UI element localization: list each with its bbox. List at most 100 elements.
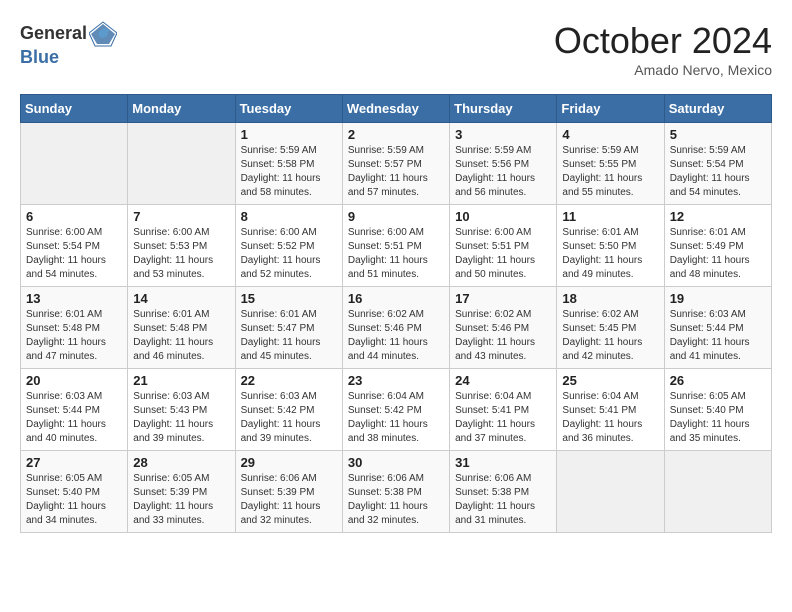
day-info: Sunrise: 6:01 AM Sunset: 5:50 PM Dayligh… [562,226,658,282]
calendar-cell: 19 Sunrise: 6:03 AM Sunset: 5:44 PM Dayli… [664,287,771,369]
calendar-cell: 22 Sunrise: 6:03 AM Sunset: 5:42 PM Dayli… [235,369,342,451]
day-info: Sunrise: 6:03 AM Sunset: 5:44 PM Dayligh… [670,308,766,364]
calendar-cell: 8 Sunrise: 6:00 AM Sunset: 5:52 PM Daylig… [235,205,342,287]
calendar-cell: 7 Sunrise: 6:00 AM Sunset: 5:53 PM Daylig… [128,205,235,287]
calendar-cell: 31 Sunrise: 6:06 AM Sunset: 5:38 PM Dayli… [450,451,557,533]
day-info: Sunrise: 5:59 AM Sunset: 5:54 PM Dayligh… [670,144,766,200]
calendar-cell: 14 Sunrise: 6:01 AM Sunset: 5:48 PM Dayli… [128,287,235,369]
logo-icon [89,20,117,48]
day-info: Sunrise: 6:04 AM Sunset: 5:41 PM Dayligh… [562,390,658,446]
day-info: Sunrise: 6:02 AM Sunset: 5:46 PM Dayligh… [455,308,551,364]
calendar-cell: 6Sunrise: 6:00 AM Sunset: 5:54 PM Daylig… [21,205,128,287]
header-tuesday: Tuesday [235,95,342,123]
calendar-cell: 17Sunrise: 6:02 AM Sunset: 5:46 PM Dayli… [450,287,557,369]
calendar-cell: 3 Sunrise: 5:59 AM Sunset: 5:56 PM Daylig… [450,123,557,205]
day-info: Sunrise: 6:02 AM Sunset: 5:46 PM Dayligh… [348,308,444,364]
header-thursday: Thursday [450,95,557,123]
day-number: 5 [670,127,766,142]
day-info: Sunrise: 5:59 AM Sunset: 5:55 PM Dayligh… [562,144,658,200]
day-number: 2 [348,127,444,142]
day-info: Sunrise: 6:03 AM Sunset: 5:44 PM Dayligh… [26,390,122,446]
week-row-0: 1 Sunrise: 5:59 AM Sunset: 5:58 PM Daylig… [21,123,772,205]
day-number: 28 [133,455,229,470]
day-number: 23 [348,373,444,388]
calendar-cell: 25 Sunrise: 6:04 AM Sunset: 5:41 PM Dayli… [557,369,664,451]
calendar-header: SundayMondayTuesdayWednesdayThursdayFrid… [21,95,772,123]
day-number: 31 [455,455,551,470]
week-row-2: 13 Sunrise: 6:01 AM Sunset: 5:48 PM Dayli… [21,287,772,369]
location: Amado Nervo, Mexico [554,62,772,78]
day-number: 10 [455,209,551,224]
day-number: 3 [455,127,551,142]
logo: General Blue [20,20,117,68]
week-row-1: 6Sunrise: 6:00 AM Sunset: 5:54 PM Daylig… [21,205,772,287]
header-wednesday: Wednesday [342,95,449,123]
day-number: 24 [455,373,551,388]
day-number: 19 [670,291,766,306]
logo-blue: Blue [20,48,117,68]
day-info: Sunrise: 6:02 AM Sunset: 5:45 PM Dayligh… [562,308,658,364]
day-number: 4 [562,127,658,142]
calendar-cell [128,123,235,205]
calendar-cell: 30Sunrise: 6:06 AM Sunset: 5:38 PM Dayli… [342,451,449,533]
day-number: 13 [26,291,122,306]
day-number: 29 [241,455,337,470]
day-info: Sunrise: 6:03 AM Sunset: 5:42 PM Dayligh… [241,390,337,446]
calendar-cell: 15 Sunrise: 6:01 AM Sunset: 5:47 PM Dayli… [235,287,342,369]
day-info: Sunrise: 6:00 AM Sunset: 5:51 PM Dayligh… [348,226,444,282]
day-number: 22 [241,373,337,388]
day-number: 30 [348,455,444,470]
day-number: 1 [241,127,337,142]
calendar-cell: 23Sunrise: 6:04 AM Sunset: 5:42 PM Dayli… [342,369,449,451]
day-number: 15 [241,291,337,306]
day-info: Sunrise: 6:03 AM Sunset: 5:43 PM Dayligh… [133,390,229,446]
calendar-cell: 9 Sunrise: 6:00 AM Sunset: 5:51 PM Daylig… [342,205,449,287]
day-info: Sunrise: 6:05 AM Sunset: 5:40 PM Dayligh… [26,472,122,528]
day-number: 7 [133,209,229,224]
logo-general: General [20,24,87,44]
calendar-cell: 16 Sunrise: 6:02 AM Sunset: 5:46 PM Dayli… [342,287,449,369]
calendar-cell: 2Sunrise: 5:59 AM Sunset: 5:57 PM Daylig… [342,123,449,205]
calendar-cell: 1 Sunrise: 5:59 AM Sunset: 5:58 PM Daylig… [235,123,342,205]
month-title: October 2024 [554,20,772,62]
day-info: Sunrise: 6:00 AM Sunset: 5:54 PM Dayligh… [26,226,122,282]
calendar-cell: 24Sunrise: 6:04 AM Sunset: 5:41 PM Dayli… [450,369,557,451]
calendar-cell: 21Sunrise: 6:03 AM Sunset: 5:43 PM Dayli… [128,369,235,451]
day-number: 27 [26,455,122,470]
calendar-cell: 10Sunrise: 6:00 AM Sunset: 5:51 PM Dayli… [450,205,557,287]
header-monday: Monday [128,95,235,123]
day-info: Sunrise: 6:01 AM Sunset: 5:48 PM Dayligh… [133,308,229,364]
calendar-cell: 5 Sunrise: 5:59 AM Sunset: 5:54 PM Daylig… [664,123,771,205]
title-section: October 2024 Amado Nervo, Mexico [554,20,772,78]
day-number: 18 [562,291,658,306]
calendar-cell: 4 Sunrise: 5:59 AM Sunset: 5:55 PM Daylig… [557,123,664,205]
week-row-4: 27 Sunrise: 6:05 AM Sunset: 5:40 PM Dayli… [21,451,772,533]
day-number: 12 [670,209,766,224]
calendar-cell: 28Sunrise: 6:05 AM Sunset: 5:39 PM Dayli… [128,451,235,533]
week-row-3: 20Sunrise: 6:03 AM Sunset: 5:44 PM Dayli… [21,369,772,451]
calendar-cell [664,451,771,533]
header-sunday: Sunday [21,95,128,123]
day-info: Sunrise: 6:01 AM Sunset: 5:47 PM Dayligh… [241,308,337,364]
day-number: 9 [348,209,444,224]
day-info: Sunrise: 6:00 AM Sunset: 5:53 PM Dayligh… [133,226,229,282]
day-number: 14 [133,291,229,306]
day-info: Sunrise: 6:06 AM Sunset: 5:39 PM Dayligh… [241,472,337,528]
calendar-cell: 12 Sunrise: 6:01 AM Sunset: 5:49 PM Dayli… [664,205,771,287]
logo-text: General Blue [20,20,117,68]
day-info: Sunrise: 6:05 AM Sunset: 5:40 PM Dayligh… [670,390,766,446]
page-header: General Blue October 2024 Amado Nervo, M… [20,20,772,78]
calendar-cell: 26Sunrise: 6:05 AM Sunset: 5:40 PM Dayli… [664,369,771,451]
day-info: Sunrise: 6:00 AM Sunset: 5:52 PM Dayligh… [241,226,337,282]
day-number: 25 [562,373,658,388]
day-number: 8 [241,209,337,224]
day-info: Sunrise: 6:06 AM Sunset: 5:38 PM Dayligh… [455,472,551,528]
day-info: Sunrise: 6:01 AM Sunset: 5:49 PM Dayligh… [670,226,766,282]
day-info: Sunrise: 5:59 AM Sunset: 5:58 PM Dayligh… [241,144,337,200]
calendar: SundayMondayTuesdayWednesdayThursdayFrid… [20,94,772,533]
header-saturday: Saturday [664,95,771,123]
calendar-cell [557,451,664,533]
header-friday: Friday [557,95,664,123]
day-info: Sunrise: 5:59 AM Sunset: 5:56 PM Dayligh… [455,144,551,200]
day-number: 16 [348,291,444,306]
